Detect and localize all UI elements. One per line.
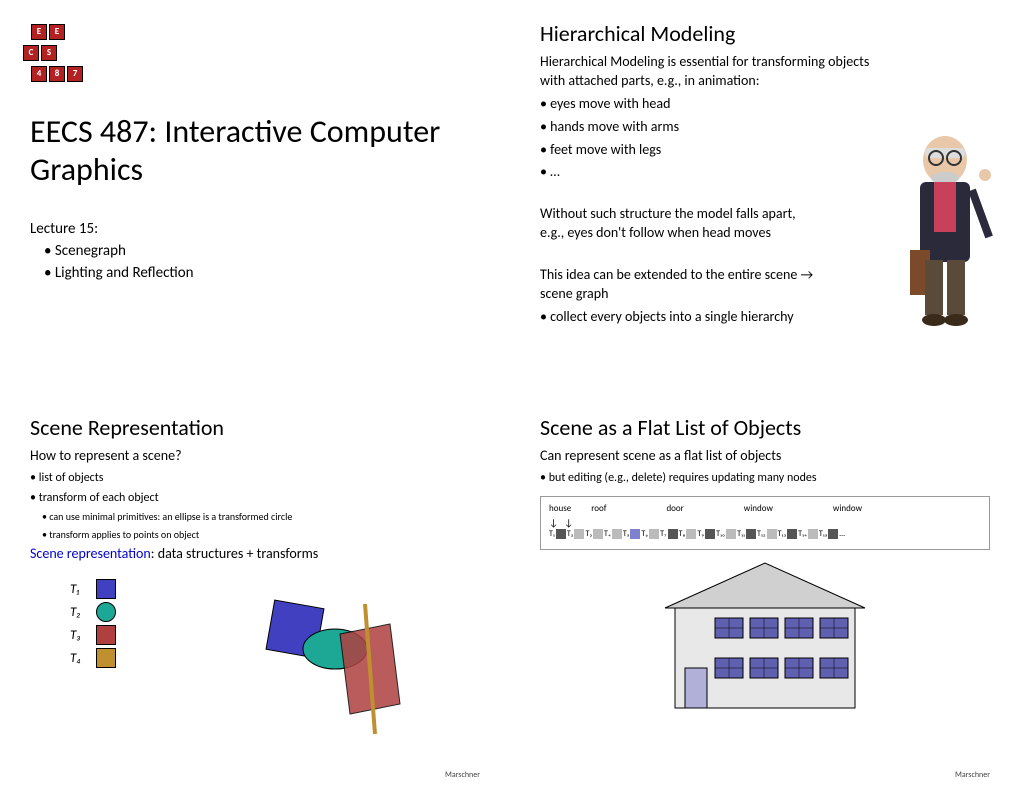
course-logo: EE CS 487 [30, 20, 84, 83]
house-diagram [655, 558, 875, 718]
slide-scene-rep: Scene Representation How to represent a … [0, 394, 510, 788]
lecture-number: Lecture 15: [30, 220, 480, 238]
slide-flat-list: Scene as a Flat List of Objects Can repr… [510, 394, 1020, 788]
intro-text: Hierarchical Modeling is essential for t… [540, 53, 880, 91]
bullet: • … [540, 163, 880, 182]
square-red-icon [96, 625, 116, 645]
question: How to represent a scene? [30, 447, 480, 466]
topic-bullet: • Scenegraph [44, 240, 480, 263]
course-title: EECS 487: Interactive Computer Graphics [30, 113, 480, 190]
sub-bullet: • collect every objects into a single hi… [540, 308, 880, 327]
bullet: • eyes move with head [540, 95, 880, 114]
bullet: • feet move with legs [540, 141, 880, 160]
square-icon [96, 579, 116, 599]
bullet: • hands move with arms [540, 118, 880, 137]
sub-bullet: • can use minimal primitives: an ellipse… [42, 510, 480, 524]
slide-heading: Hierarchical Modeling [540, 20, 990, 47]
square-gold-icon [96, 648, 116, 668]
intro: Can represent scene as a flat list of ob… [540, 447, 990, 466]
flat-list-diagram: house roof door window window ↓ ↓ T₁ T₂ … [540, 496, 990, 550]
para: This idea can be extended to the entire … [540, 266, 820, 304]
slide-hierarchical: Hierarchical Modeling Hierarchical Model… [510, 0, 1020, 394]
professor-character-image [890, 120, 1000, 340]
attribution: Marschner [445, 770, 480, 780]
slide-heading: Scene Representation [30, 414, 480, 441]
slide-heading: Scene as a Flat List of Objects [540, 414, 990, 441]
slide-title: EE CS 487 EECS 487: Interactive Computer… [0, 0, 510, 394]
circle-icon [96, 602, 116, 622]
para: Without such structure the model falls a… [540, 205, 800, 243]
sub-bullet: • transform applies to points on object [42, 528, 480, 542]
transformed-shapes-diagram [250, 594, 430, 744]
attribution: Marschner [955, 770, 990, 780]
bullet: • transform of each object [30, 490, 480, 506]
definition-line: Scene representation: data structures + … [30, 545, 480, 564]
topic-bullet: • Lighting and Reflection [44, 262, 480, 285]
sub-bullet: • but editing (e.g., delete) requires up… [540, 470, 990, 486]
bullet: • list of objects [30, 470, 480, 486]
